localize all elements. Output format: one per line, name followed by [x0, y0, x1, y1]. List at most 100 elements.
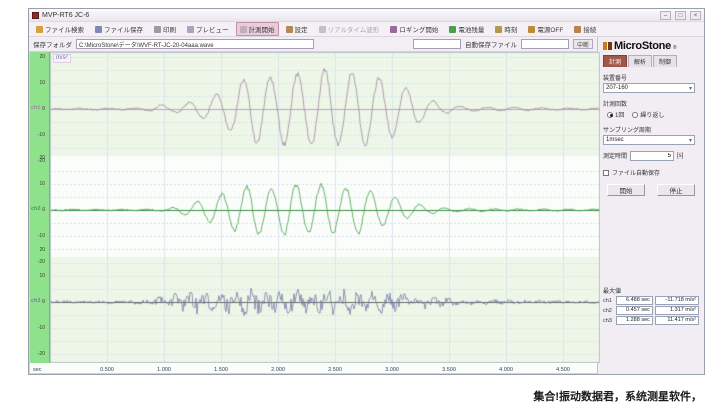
autosave-file-input[interactable]	[521, 39, 569, 49]
x-tick-label: 2.000	[263, 367, 293, 373]
ファイル保存-button[interactable]: ファイル保存	[91, 22, 147, 36]
y-tick-label: 20	[30, 247, 47, 253]
max-value-row: ch31.288 sec11.417 m/s²	[603, 316, 699, 325]
toolbar-button-label: リアルタイム波形	[328, 24, 380, 34]
x-tick-label: 3.000	[377, 367, 407, 373]
radio-繰り返し[interactable]: 繰り返し	[632, 110, 664, 119]
measure-count-radios: 1回 繰り返し	[603, 110, 699, 119]
close-button[interactable]: ×	[690, 11, 701, 20]
radio-label: 繰り返し	[640, 110, 664, 119]
toolbar: ファイル検索ファイル保存印刷プレビュー計測開始設定リアルタイム波形ロギング開始電…	[29, 22, 704, 37]
microstone-logo: MicroStone ®	[603, 40, 699, 52]
autosave-checkbox[interactable]	[603, 170, 609, 176]
status-field[interactable]	[413, 39, 461, 49]
folder-open-icon	[36, 26, 43, 33]
sampling-period-value: 1msec	[606, 137, 624, 143]
toolbar-button-label: 電源OFF	[537, 24, 563, 34]
max-accel-value: 1.317 m/s²	[655, 306, 699, 315]
waveform-canvas[interactable]	[50, 52, 600, 363]
duration-input[interactable]	[630, 151, 674, 161]
radio-label: 1回	[615, 110, 624, 119]
chevron-down-icon: ▾	[689, 137, 692, 144]
y-tick-label: 20	[30, 54, 47, 60]
max-value-row: ch20.457 sec1.317 m/s²	[603, 306, 699, 315]
device-number-select[interactable]: 207-160 ▾	[603, 83, 695, 93]
y-tick-label: -10	[30, 132, 47, 138]
minimize-button[interactable]: –	[660, 11, 671, 20]
sampling-period-select[interactable]: 1msec ▾	[603, 135, 695, 145]
max-value-row: ch16.488 sec-11.718 m/s²	[603, 296, 699, 305]
toolbar-button-label: プレビュー	[196, 24, 229, 34]
計測開始-button[interactable]: 計測開始	[236, 22, 279, 36]
radio-1回[interactable]: 1回	[607, 110, 624, 119]
maximize-button[interactable]: □	[675, 11, 686, 20]
radio-dot	[607, 112, 613, 118]
autosave-file-label: 自動保存ファイル	[465, 39, 517, 49]
save-folder-path-input[interactable]	[76, 39, 314, 49]
abort-button[interactable]: 中断	[573, 39, 593, 49]
device-number-label: 装置番号	[603, 73, 699, 82]
stop-button[interactable]: 停止	[657, 184, 695, 196]
toolbar-button-label: ファイル保存	[104, 24, 143, 34]
toolbar-button-label: 印刷	[163, 24, 176, 34]
印刷-button[interactable]: 印刷	[150, 22, 180, 36]
registered-mark: ®	[673, 45, 677, 51]
x-axis: sec0.5001.0001.5002.0002.5003.0003.5004.…	[30, 364, 597, 378]
接続-button[interactable]: 接続	[570, 22, 600, 36]
設定-button[interactable]: 設定	[282, 22, 312, 36]
x-tick-label: 2.500	[320, 367, 350, 373]
settings-icon	[286, 26, 293, 33]
電源OFF-button[interactable]: 電源OFF	[524, 22, 567, 36]
device-number-value: 207-160	[606, 85, 628, 91]
chart-area: 20100-10-2020100-10-2020100-10-20 m/s² s…	[29, 51, 597, 374]
時刻-button[interactable]: 時刻	[491, 22, 521, 36]
realtime-wave-icon	[319, 26, 326, 33]
channel-marker-ch2: ch2→	[31, 206, 46, 213]
y-tick-label: 20	[30, 155, 47, 161]
logo-text: MicroStone	[614, 40, 671, 52]
chevron-down-icon: ▾	[689, 85, 692, 92]
measure-start-icon	[240, 26, 247, 33]
リアルタイム波形-button[interactable]: リアルタイム波形	[315, 22, 384, 36]
tab-計測[interactable]: 計測	[603, 55, 627, 67]
max-value-section: 最大値 ch16.488 sec-11.718 m/s²ch20.457 sec…	[603, 286, 699, 325]
tab-解析[interactable]: 解析	[628, 55, 652, 67]
x-unit-label: sec	[33, 367, 42, 373]
bottom-caption: 集合!振动数据君，系统测星软件，	[533, 388, 702, 404]
connect-icon	[574, 26, 581, 33]
sidebar: MicroStone ® 計測解析制御 装置番号 207-160 ▾ 計測回数 …	[597, 37, 704, 374]
toolbar-button-label: ロギング開始	[399, 24, 438, 34]
y-tick-label: 10	[30, 273, 47, 279]
y-tick-label: -10	[30, 233, 47, 239]
toolbar-button-label: ファイル検索	[45, 24, 84, 34]
プレビュー-button[interactable]: プレビュー	[183, 22, 233, 36]
y-unit-label: m/s²	[53, 54, 71, 63]
電池残量-button[interactable]: 電池残量	[445, 22, 488, 36]
app-icon	[32, 12, 39, 19]
screenshot-root: MVP-RT6 JC-6 – □ × ファイル検索ファイル保存印刷プレビュー計測…	[0, 0, 705, 417]
power-off-icon	[528, 26, 535, 33]
save-icon	[95, 26, 102, 33]
ロギング開始-button[interactable]: ロギング開始	[386, 22, 442, 36]
y-tick-label: 10	[30, 181, 47, 187]
max-accel-value: -11.718 m/s²	[655, 296, 699, 305]
ファイル検索-button[interactable]: ファイル検索	[32, 22, 88, 36]
printer-icon	[154, 26, 161, 33]
toolbar-button-label: 設定	[295, 24, 308, 34]
y-tick-label: -10	[30, 325, 47, 331]
y-tick-label: -20	[30, 259, 47, 265]
tab-制御[interactable]: 制御	[653, 55, 677, 67]
save-folder-label: 保存フォルダ	[33, 39, 72, 49]
window-title: MVP-RT6 JC-6	[42, 12, 656, 19]
max-value-title: 最大値	[603, 286, 699, 295]
channel-marker-ch1: ch1→	[31, 105, 46, 112]
start-button[interactable]: 開始	[607, 184, 645, 196]
logo-icon	[603, 42, 612, 50]
max-time-value: 0.457 sec	[616, 306, 652, 315]
x-tick-label: 1.500	[206, 367, 236, 373]
channel-marker-ch3: ch3→	[31, 298, 46, 305]
path-row: 保存フォルダ 自動保存ファイル 中断	[29, 37, 597, 51]
toolbar-button-label: 時刻	[504, 24, 517, 34]
max-accel-value: 11.417 m/s²	[655, 316, 699, 325]
channel-label: ch3	[603, 318, 614, 324]
